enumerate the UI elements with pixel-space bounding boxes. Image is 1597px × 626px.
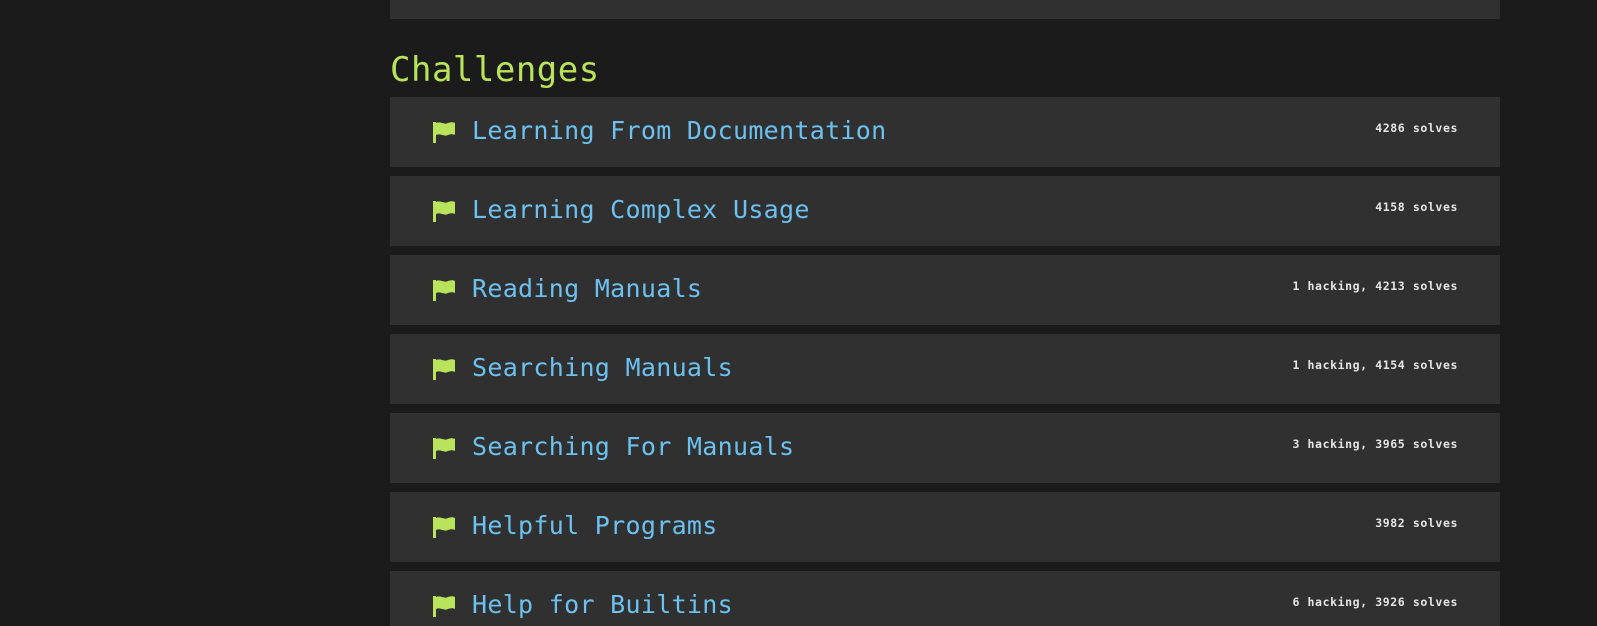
challenge-stats: 4286 solves: [1375, 121, 1458, 135]
challenge-card-help-for-builtins[interactable]: Help for Builtins 6 hacking, 3926 solves: [390, 571, 1500, 626]
challenge-card-learning-from-documentation[interactable]: Learning From Documentation 4286 solves: [390, 97, 1500, 167]
challenge-stats: 3 hacking, 3965 solves: [1292, 437, 1458, 451]
previous-section-card: [390, 0, 1500, 19]
page: Challenges Learning From Documentation 4…: [0, 0, 1597, 626]
flag-icon: [433, 280, 455, 301]
challenge-name[interactable]: Learning From Documentation: [472, 114, 886, 148]
challenge-name[interactable]: Searching For Manuals: [472, 430, 794, 464]
challenge-name[interactable]: Helpful Programs: [472, 509, 718, 543]
flag-icon: [433, 596, 455, 617]
challenge-card-reading-manuals[interactable]: Reading Manuals 1 hacking, 4213 solves: [390, 255, 1500, 325]
flag-icon: [433, 438, 455, 459]
challenge-stats: 3982 solves: [1375, 516, 1458, 530]
flag-icon: [433, 359, 455, 380]
flag-icon: [433, 201, 455, 222]
challenge-stats: 4158 solves: [1375, 200, 1458, 214]
challenge-name[interactable]: Help for Builtins: [472, 588, 733, 622]
challenge-card-learning-complex-usage[interactable]: Learning Complex Usage 4158 solves: [390, 176, 1500, 246]
section-title: Challenges: [390, 50, 600, 90]
challenge-stats: 1 hacking, 4213 solves: [1292, 279, 1458, 293]
challenge-name[interactable]: Searching Manuals: [472, 351, 733, 385]
flag-icon: [433, 517, 455, 538]
challenge-card-helpful-programs[interactable]: Helpful Programs 3982 solves: [390, 492, 1500, 562]
challenge-stats: 1 hacking, 4154 solves: [1292, 358, 1458, 372]
flag-icon: [433, 122, 455, 143]
challenge-list: Learning From Documentation 4286 solves …: [390, 97, 1500, 626]
challenge-name[interactable]: Learning Complex Usage: [472, 193, 810, 227]
challenge-name[interactable]: Reading Manuals: [472, 272, 702, 306]
challenge-card-searching-for-manuals[interactable]: Searching For Manuals 3 hacking, 3965 so…: [390, 413, 1500, 483]
challenge-stats: 6 hacking, 3926 solves: [1292, 595, 1458, 609]
challenge-card-searching-manuals[interactable]: Searching Manuals 1 hacking, 4154 solves: [390, 334, 1500, 404]
